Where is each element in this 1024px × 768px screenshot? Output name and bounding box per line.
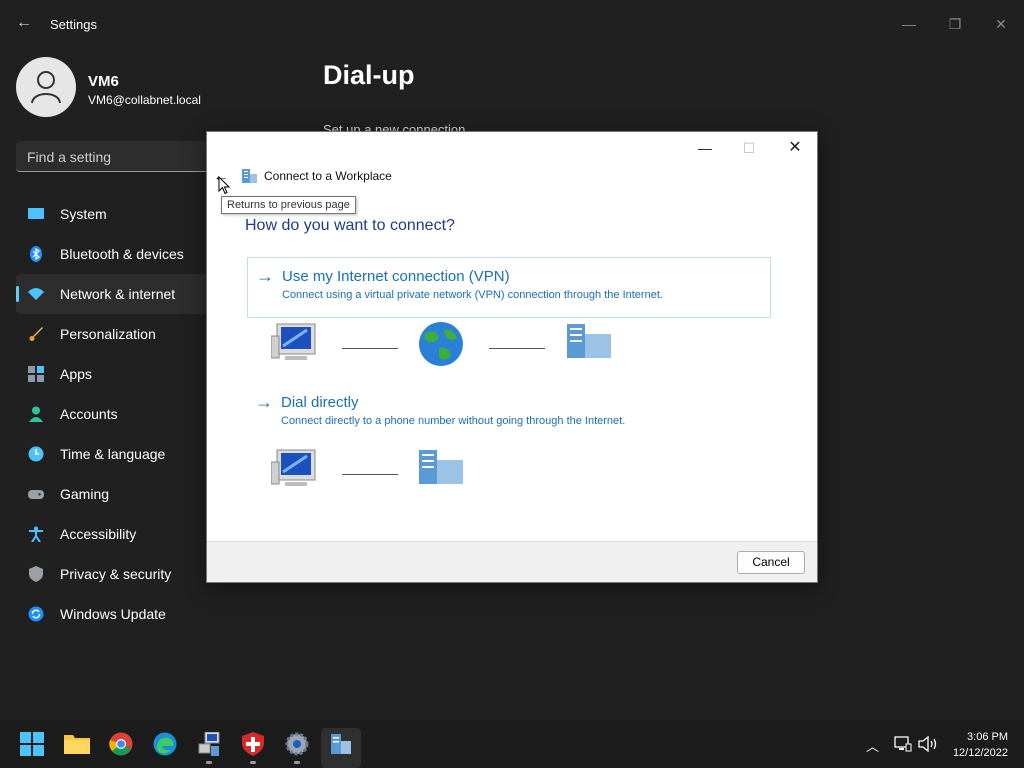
computer-icon xyxy=(271,323,316,360)
sidebar-item-label: Network & internet xyxy=(60,286,176,302)
clock-date: 12/12/2022 xyxy=(952,747,1008,759)
taskbar-network-tool[interactable] xyxy=(189,728,229,768)
dialog-question: How do you want to connect? xyxy=(245,217,455,234)
globe-icon xyxy=(419,322,463,366)
sidebar-item-system[interactable]: System xyxy=(16,194,206,234)
dial-diagram xyxy=(271,446,481,496)
sidebar-item-personalization[interactable]: Personalization xyxy=(16,314,206,354)
clock-icon xyxy=(28,446,44,462)
sidebar-item-accounts[interactable]: Accounts xyxy=(16,394,206,434)
sidebar-item-privacy-security[interactable]: Privacy & security xyxy=(16,554,206,594)
sidebar-item-accessibility[interactable]: Accessibility xyxy=(16,514,206,554)
sidebar-item-label: Accounts xyxy=(60,406,118,422)
update-icon xyxy=(28,606,44,622)
taskbar-edge[interactable] xyxy=(145,728,185,768)
cancel-button[interactable]: Cancel xyxy=(737,551,805,574)
connect-workplace-dialog: — ☐ ✕ ← Connect to a Workplace Returns t… xyxy=(206,131,818,583)
option-description: Connect directly to a phone number witho… xyxy=(281,415,626,427)
search-input[interactable]: Find a setting xyxy=(16,141,206,172)
file-explorer-icon xyxy=(64,735,90,754)
avatar[interactable] xyxy=(16,57,76,117)
computer-icon xyxy=(271,449,316,486)
taskbar-settings[interactable] xyxy=(277,728,317,768)
settings-gear-icon xyxy=(285,732,309,756)
vpn-option[interactable]: → Use my Internet connection (VPN) Conne… xyxy=(247,257,771,318)
sidebar-item-label: Apps xyxy=(60,366,92,382)
sidebar-item-windows-update[interactable]: Windows Update xyxy=(16,594,206,634)
taskbar-connect-workplace[interactable] xyxy=(321,728,361,768)
sidebar-item-label: System xyxy=(60,206,107,222)
gamepad-icon xyxy=(28,490,44,499)
sidebar-item-label: Windows Update xyxy=(60,606,166,622)
chevron-up-icon[interactable]: ︿ xyxy=(866,736,879,755)
bluetooth-icon xyxy=(30,246,42,262)
network-status-icon[interactable] xyxy=(894,736,912,752)
back-tooltip: Returns to previous page xyxy=(221,196,356,214)
system-icon xyxy=(28,208,44,219)
sidebar-item-label: Bluetooth & devices xyxy=(60,246,184,262)
sidebar-item-time-language[interactable]: Time & language xyxy=(16,434,206,474)
sidebar-item-label: Gaming xyxy=(60,486,110,502)
sidebar-item-bluetooth[interactable]: Bluetooth & devices xyxy=(16,234,206,274)
connect-workplace-icon xyxy=(331,734,351,754)
sidebar-item-label: Privacy & security xyxy=(60,566,172,582)
accounts-icon xyxy=(29,406,43,422)
sidebar-item-label: Accessibility xyxy=(60,526,137,542)
brush-icon xyxy=(29,327,43,341)
arrow-right-icon: → xyxy=(255,392,273,412)
dial-directly-option[interactable]: → Dial directly Connect directly to a ph… xyxy=(247,384,771,440)
taskbar: ︿ 3:06 PM 12/12/2022 xyxy=(0,720,1024,768)
app-title: Settings xyxy=(50,17,97,32)
dialog-close-button[interactable]: ✕ xyxy=(773,135,817,161)
edge-icon xyxy=(153,732,177,756)
settings-titlebar: ← Settings — ❐ ✕ xyxy=(0,0,1024,48)
start-button[interactable] xyxy=(12,728,52,768)
close-button[interactable]: ✕ xyxy=(978,8,1024,40)
system-clock[interactable]: 3:06 PM 12/12/2022 xyxy=(953,729,1008,761)
sidebar-item-gaming[interactable]: Gaming xyxy=(16,474,206,514)
sidebar-item-apps[interactable]: Apps xyxy=(16,354,206,394)
network-icon xyxy=(28,288,44,300)
dialog-title: Connect to a Workplace xyxy=(264,169,392,183)
taskbar-shield-app[interactable] xyxy=(233,728,273,768)
option-title: Dial directly xyxy=(281,394,359,411)
option-description: Connect using a virtual private network … xyxy=(282,289,663,301)
sidebar-item-label: Time & language xyxy=(60,446,166,462)
sidebar-nav: System Bluetooth & devices Network & int… xyxy=(16,194,206,634)
user-email: VM6@collabnet.local xyxy=(88,93,201,107)
volume-icon[interactable] xyxy=(918,736,938,752)
server-icon xyxy=(419,450,463,484)
dialog-footer: Cancel xyxy=(207,541,817,582)
dialog-maximize-button: ☐ xyxy=(742,140,756,156)
maximize-button[interactable]: ❐ xyxy=(932,8,978,40)
apps-icon xyxy=(28,366,44,382)
mouse-cursor-icon xyxy=(218,176,230,195)
sidebar-item-network[interactable]: Network & internet xyxy=(16,274,206,314)
back-arrow-icon[interactable]: ← xyxy=(16,14,32,32)
arrow-right-icon: → xyxy=(256,266,274,286)
taskbar-chrome[interactable] xyxy=(101,728,141,768)
accessibility-icon xyxy=(29,526,43,542)
workplace-icon xyxy=(242,169,257,183)
user-name: VM6 xyxy=(88,73,119,90)
shield-icon xyxy=(29,566,43,582)
start-icon xyxy=(20,732,44,756)
option-title: Use my Internet connection (VPN) xyxy=(282,268,510,285)
chrome-icon xyxy=(109,732,133,756)
shield-app-icon xyxy=(242,732,264,756)
vpn-diagram xyxy=(271,320,631,370)
page-title: Dial-up xyxy=(323,60,415,90)
server-icon xyxy=(567,324,611,358)
dialog-minimize-button[interactable]: — xyxy=(683,135,727,161)
network-tool-icon xyxy=(198,732,220,756)
clock-time: 3:06 PM xyxy=(967,731,1008,743)
taskbar-file-explorer[interactable] xyxy=(57,728,97,768)
user-profile: VM6 VM6@collabnet.local xyxy=(16,57,201,117)
sidebar-item-label: Personalization xyxy=(60,326,156,342)
minimize-button[interactable]: — xyxy=(886,8,932,40)
